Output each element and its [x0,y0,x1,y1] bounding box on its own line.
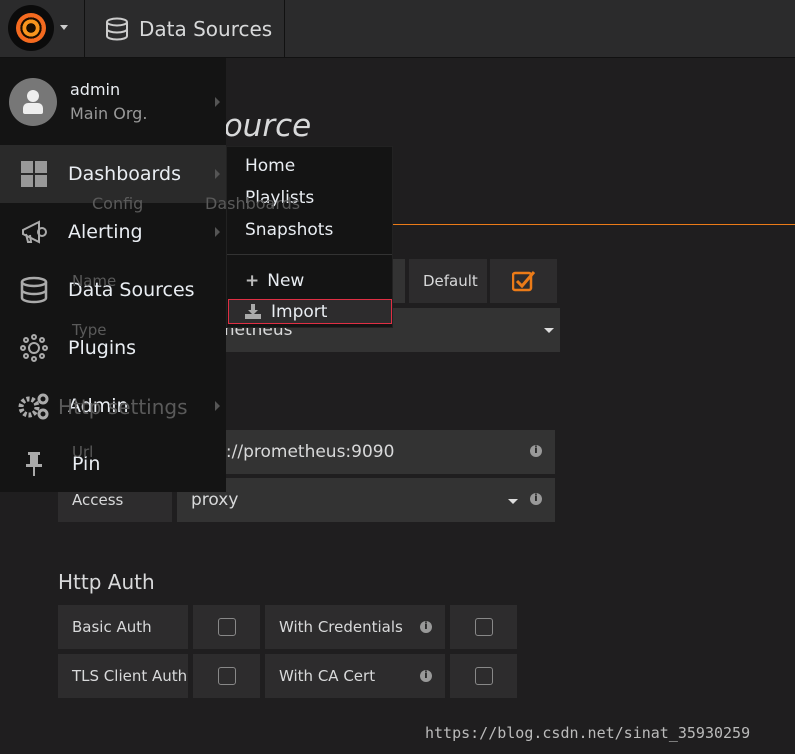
database-icon [20,276,48,304]
caret-down-icon [544,328,554,333]
top-navbar: Data Sources [0,0,795,58]
gears-icon [18,393,49,420]
tls-client-auth-checkbox[interactable] [193,654,260,698]
submenu-label: Import [271,302,328,322]
side-menu: admin Main Org. Dashboards Alerting Data… [0,58,226,492]
pin-icon [26,452,42,476]
grafana-logo-icon[interactable] [8,5,54,51]
with-ca-cert-label: With CA Cert [265,654,445,698]
menu-item-data-sources[interactable]: Data Sources [0,261,226,319]
avatar [9,78,57,126]
caret-down-icon[interactable] [60,25,68,30]
chevron-right-icon [215,169,220,179]
checkbox-checked-icon [512,271,536,292]
database-icon [106,17,128,41]
watermark: https://blog.csdn.net/sinat_35930259 [425,724,751,742]
submenu-item-home[interactable]: Home [245,156,295,176]
chevron-right-icon [215,401,220,411]
url-input[interactable]: http://prometheus:9090 [177,430,555,474]
menu-label: Alerting [68,221,143,243]
plugins-icon [20,334,48,362]
menu-item-plugins[interactable]: Plugins [0,319,226,377]
default-checkbox[interactable] [490,259,557,303]
menu-label: Pin [72,453,101,475]
info-icon[interactable]: i [530,445,542,457]
menu-item-admin[interactable]: Admin [0,377,226,435]
user-menu-item[interactable]: admin Main Org. [0,66,226,138]
chevron-right-icon [215,97,220,107]
http-auth-heading: Http Auth [58,570,155,594]
with-ca-cert-checkbox[interactable] [450,654,517,698]
plus-icon: + [245,271,260,291]
submenu-label: New [267,271,305,291]
submenu-item-playlists[interactable]: Playlists [245,188,314,208]
caret-down-icon [508,499,518,504]
download-icon [245,304,261,319]
divider [227,254,392,255]
menu-label: Dashboards [68,163,181,185]
user-name: admin [70,80,121,99]
org-name: Main Org. [70,104,148,123]
tls-client-auth-label: TLS Client Auth [58,654,188,698]
with-credentials-checkbox[interactable] [450,605,517,649]
info-icon[interactable]: i [530,493,542,505]
info-icon[interactable]: i [420,670,432,682]
megaphone-icon [22,220,47,244]
menu-label: Plugins [68,337,137,359]
submenu-item-new[interactable]: + New [245,271,304,291]
submenu-item-import[interactable]: Import [228,299,392,324]
menu-item-alerting[interactable]: Alerting [0,203,226,261]
dashboards-icon [21,161,47,187]
dashboards-submenu: Home Playlists Snapshots + New Import [226,146,393,328]
menu-item-pin[interactable]: Pin [0,435,226,493]
with-credentials-label: With Credentials [265,605,445,649]
breadcrumb-data-sources[interactable]: Data Sources [84,0,285,58]
info-icon[interactable]: i [420,621,432,633]
chevron-right-icon [215,227,220,237]
submenu-item-snapshots[interactable]: Snapshots [245,220,333,240]
menu-label: Data Sources [68,279,195,301]
basic-auth-checkbox[interactable] [193,605,260,649]
default-label: Default [409,259,487,303]
menu-label: Admin [68,395,129,417]
access-select[interactable]: proxy [177,478,555,522]
menu-item-dashboards[interactable]: Dashboards [0,145,226,203]
breadcrumb-label: Data Sources [139,17,273,41]
basic-auth-label: Basic Auth [58,605,188,649]
